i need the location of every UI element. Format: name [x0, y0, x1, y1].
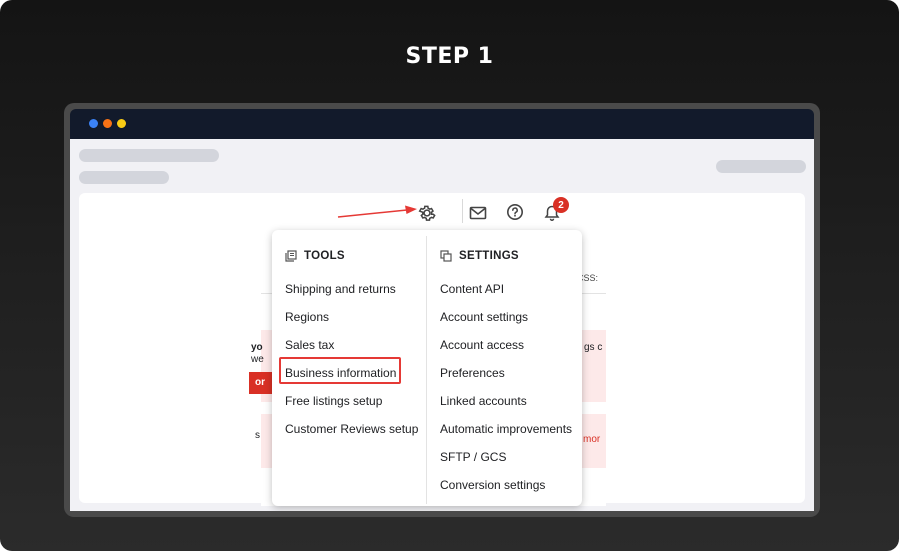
menu-item-sales-tax[interactable]: Sales tax: [285, 338, 334, 352]
settings-section-icon: [440, 250, 452, 262]
menu-item-shipping-and-returns[interactable]: Shipping and returns: [285, 282, 396, 296]
settings-heading-label: SETTINGS: [459, 250, 519, 262]
menu-item-sftp-gcs[interactable]: SFTP / GCS: [440, 450, 506, 464]
background-text: gs c: [584, 342, 603, 353]
mail-icon[interactable]: [469, 204, 487, 222]
menu-item-regions[interactable]: Regions: [285, 310, 329, 324]
menu-item-account-settings[interactable]: Account settings: [440, 310, 528, 324]
background-text: s: [255, 430, 260, 441]
skeleton-line: [716, 160, 806, 173]
window-maximize-dot[interactable]: [117, 119, 126, 128]
highlight-annotation-box: [279, 357, 401, 384]
page-viewport: yo we gs c or s mor CSS: 2 TOOLS Shippin…: [70, 139, 814, 511]
settings-heading: SETTINGS: [440, 250, 519, 262]
tools-icon: [285, 250, 297, 262]
background-text: or: [255, 377, 265, 388]
skeleton-line: [79, 171, 169, 184]
window-minimize-dot[interactable]: [103, 119, 112, 128]
menu-item-customer-reviews-setup[interactable]: Customer Reviews setup: [285, 422, 418, 436]
background-text: mor: [583, 434, 601, 445]
menu-item-preferences[interactable]: Preferences: [440, 366, 505, 380]
tutorial-frame: STEP 1 yo we gs c or s mor CSS: 2 TOOLS …: [0, 0, 899, 551]
menu-item-content-api[interactable]: Content API: [440, 282, 504, 296]
background-text: we: [251, 354, 264, 365]
menu-item-account-access[interactable]: Account access: [440, 338, 524, 352]
menu-item-free-listings-setup[interactable]: Free listings setup: [285, 394, 382, 408]
menu-item-linked-accounts[interactable]: Linked accounts: [440, 394, 527, 408]
tools-heading-label: TOOLS: [304, 250, 345, 262]
menu-item-automatic-improvements[interactable]: Automatic improvements: [440, 422, 572, 436]
toolbar-divider: [462, 199, 463, 223]
step-title: STEP 1: [405, 44, 494, 69]
content-card: yo we gs c or s mor CSS: 2 TOOLS Shippin…: [79, 193, 805, 506]
tools-heading: TOOLS: [285, 250, 345, 262]
annotation-arrow: [337, 205, 417, 218]
help-icon[interactable]: [506, 203, 524, 221]
menu-item-conversion-settings[interactable]: Conversion settings: [440, 478, 545, 492]
background-text: yo: [251, 342, 263, 353]
window-close-dot[interactable]: [89, 119, 98, 128]
notification-badge: 2: [553, 197, 569, 213]
gear-icon[interactable]: [417, 203, 437, 223]
menu-column-divider: [426, 236, 427, 504]
skeleton-line: [79, 149, 219, 162]
browser-window: yo we gs c or s mor CSS: 2 TOOLS Shippin…: [64, 103, 820, 517]
settings-dropdown-menu: TOOLS Shipping and returns Regions Sales…: [272, 230, 582, 506]
browser-title-bar: [70, 109, 814, 139]
